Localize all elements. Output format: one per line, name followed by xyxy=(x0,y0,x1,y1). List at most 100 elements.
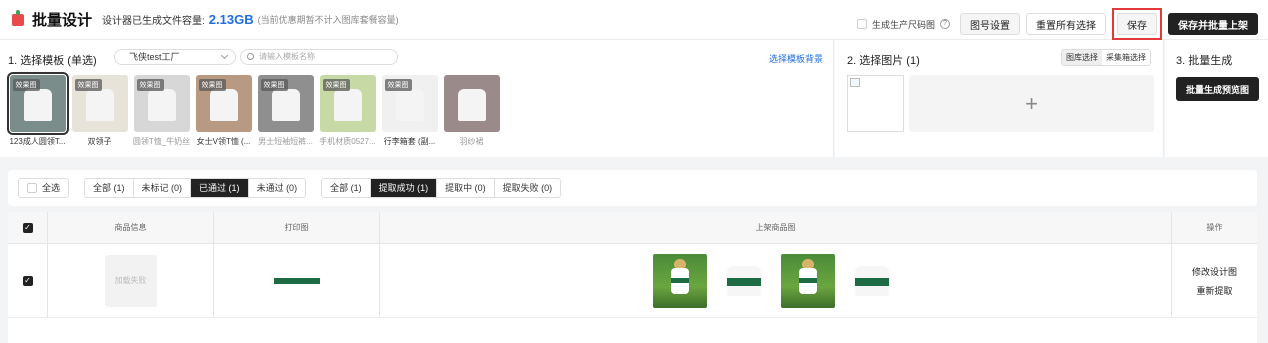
factory-select-value: 飞侠test工厂 xyxy=(129,52,180,62)
template-item[interactable]: 效果图手机材质0527... xyxy=(318,75,377,147)
modify-design-link[interactable]: 修改设计图 xyxy=(1192,265,1237,278)
template-item[interactable]: 效果图男士短袖短裤... xyxy=(256,75,315,147)
header-actions: 操作 xyxy=(1206,223,1223,232)
top-bar: 批量设计 设计器已生成文件容量: 2.13GB (当前优惠期暂不计入图库套餐容量… xyxy=(0,0,1268,40)
template-item[interactable]: 效果图圆领T恤_牛奶丝 xyxy=(132,75,191,147)
template-thumbnail: 效果图 xyxy=(71,75,128,132)
save-button[interactable]: 保存 xyxy=(1117,13,1157,35)
factory-select[interactable]: 飞侠test工厂 xyxy=(114,49,236,65)
table-row: ✓ 加载失败 修改设计图 重新提取 xyxy=(8,244,1257,318)
listing-image-3[interactable] xyxy=(780,253,835,308)
capacity-value: 2.13GB xyxy=(208,12,254,27)
template-thumbnail: 效果图 xyxy=(381,75,438,132)
print-image-cell xyxy=(214,244,380,317)
product-info-cell: 加载失败 xyxy=(48,244,214,317)
template-label: 手机材质0527... xyxy=(319,137,376,146)
template-search-input[interactable]: 请输入模板名称 xyxy=(240,49,398,65)
template-thumbnail: 效果图 xyxy=(257,75,314,132)
template-item[interactable]: 效果图 123成人圆领T... xyxy=(6,72,69,147)
tab-library[interactable]: 图库选择 xyxy=(1062,50,1102,65)
extract-status-filter: 全部 (1) 提取成功 (1) 提取中 (0) 提取失败 (0) xyxy=(321,178,562,198)
effect-tag: 效果图 xyxy=(384,79,412,91)
filter-extract-pending[interactable]: 提取中 (0) xyxy=(437,179,495,197)
effect-tag: 效果图 xyxy=(260,79,288,91)
template-item[interactable]: 效果图双领子 xyxy=(70,75,129,147)
help-icon[interactable]: ? xyxy=(940,19,950,29)
template-thumbnail: 效果图 xyxy=(6,72,69,135)
row-checkbox-cell: ✓ xyxy=(8,244,48,317)
step3-title: 3. 批量生成 xyxy=(1176,55,1233,67)
top-actions: 生成生产尺码图 ? 图号设置 重置所有选择 保存 保存并批量上架 xyxy=(856,8,1258,40)
template-thumbnail xyxy=(443,75,500,132)
selected-image[interactable] xyxy=(847,75,904,132)
template-label: 女士V领T恤 (... xyxy=(196,137,251,146)
save-and-publish-button[interactable]: 保存并批量上架 xyxy=(1168,13,1258,35)
image-source-tabs: 图库选择 采集箱选择 xyxy=(1061,49,1151,66)
select-all-toggle[interactable]: 全选 xyxy=(18,178,70,198)
step1-title: 1. 选择模板 (单选) xyxy=(8,55,97,67)
reset-all-button[interactable]: 重置所有选择 xyxy=(1026,13,1106,35)
header-checkbox[interactable]: ✓ xyxy=(22,222,33,233)
filter-review-passed[interactable]: 已通过 (1) xyxy=(191,179,249,197)
gen-size-checkbox[interactable] xyxy=(856,19,867,29)
template-thumbnail: 效果图 xyxy=(319,75,376,132)
capacity-note: (当前优惠期暂不计入图库套餐容量) xyxy=(257,15,399,25)
template-label: 羽纱裙 xyxy=(459,137,484,146)
template-item[interactable]: 效果图行李箱套 (副... xyxy=(380,75,439,147)
re-extract-link[interactable]: 重新提取 xyxy=(1192,284,1237,297)
actions-cell: 修改设计图 重新提取 xyxy=(1172,244,1257,317)
listing-image-2[interactable] xyxy=(716,253,771,308)
template-item[interactable]: 羽纱裙 xyxy=(442,75,501,147)
product-image-failed: 加载失败 xyxy=(104,254,157,307)
template-label: 123成人圆领T... xyxy=(9,137,66,146)
generate-panel: 3. 批量生成 批量生成预览图 xyxy=(1165,40,1268,157)
tab-collect-box[interactable]: 采集箱选择 xyxy=(1102,50,1150,65)
effect-tag: 效果图 xyxy=(12,79,40,91)
filter-extract-failed[interactable]: 提取失败 (0) xyxy=(495,179,561,197)
header-checkbox-cell: ✓ xyxy=(8,212,48,243)
template-label: 男士短袖短裤... xyxy=(258,137,313,146)
effect-tag: 效果图 xyxy=(198,79,226,91)
template-thumbnail: 效果图 xyxy=(133,75,190,132)
review-status-filter: 全部 (1) 未标记 (0) 已通过 (1) 未通过 (0) xyxy=(84,178,307,198)
add-image-button[interactable]: + xyxy=(909,75,1154,132)
template-label: 行李箱套 (副... xyxy=(383,137,436,146)
select-all: 全选 xyxy=(19,179,68,197)
template-label: 双领子 xyxy=(87,137,112,146)
image-panel: 2. 选择图片 (1) 图库选择 采集箱选择 + xyxy=(835,40,1164,157)
broken-image-icon xyxy=(850,78,860,87)
chevron-down-icon xyxy=(220,51,229,60)
step2-title: 2. 选择图片 (1) xyxy=(847,55,920,67)
template-label: 圆领T恤_牛奶丝 xyxy=(132,137,191,146)
gen-size-option[interactable]: 生成生产尺码图 ? xyxy=(856,18,950,31)
filter-extract-all[interactable]: 全部 (1) xyxy=(322,179,371,197)
effect-tag: 效果图 xyxy=(74,79,102,91)
filter-extract-success[interactable]: 提取成功 (1) xyxy=(370,179,438,197)
capacity-label: 设计器已生成文件容量: xyxy=(102,16,205,27)
filter-review-all[interactable]: 全部 (1) xyxy=(85,179,134,197)
template-thumbnail: 效果图 xyxy=(195,75,252,132)
header-listing-images: 上架商品图 xyxy=(380,212,1172,243)
app-logo-icon xyxy=(12,9,24,26)
product-table: ✓ 商品信息 打印图 上架商品图 操作 ✓ 加载失败 修改设计图 重新提取 xyxy=(8,212,1257,343)
select-all-checkbox[interactable] xyxy=(27,183,37,193)
filter-review-failed[interactable]: 未通过 (0) xyxy=(249,179,306,197)
search-icon xyxy=(247,53,254,60)
template-item[interactable]: 效果图女士V领T恤 (... xyxy=(194,75,253,147)
print-image[interactable] xyxy=(273,277,320,284)
page-title: 批量设计 xyxy=(32,12,93,29)
listing-image-1[interactable] xyxy=(652,253,707,308)
gen-size-label: 生成生产尺码图 xyxy=(871,19,935,30)
save-highlight: 保存 xyxy=(1112,8,1162,40)
effect-tag: 效果图 xyxy=(322,79,350,91)
filter-bar: 全选 全部 (1) 未标记 (0) 已通过 (1) 未通过 (0) 全部 (1)… xyxy=(8,170,1257,206)
row-checkbox[interactable]: ✓ xyxy=(22,275,33,286)
listing-image-4[interactable] xyxy=(844,253,899,308)
template-search-placeholder: 请输入模板名称 xyxy=(259,52,315,61)
listing-images-cell xyxy=(380,244,1172,317)
select-background-link[interactable]: 选择模板背景 xyxy=(769,52,823,65)
filter-review-unmarked[interactable]: 未标记 (0) xyxy=(134,179,192,197)
batch-preview-button[interactable]: 批量生成预览图 xyxy=(1176,77,1260,101)
number-settings-button[interactable]: 图号设置 xyxy=(960,13,1020,35)
select-all-label: 全选 xyxy=(42,183,61,193)
